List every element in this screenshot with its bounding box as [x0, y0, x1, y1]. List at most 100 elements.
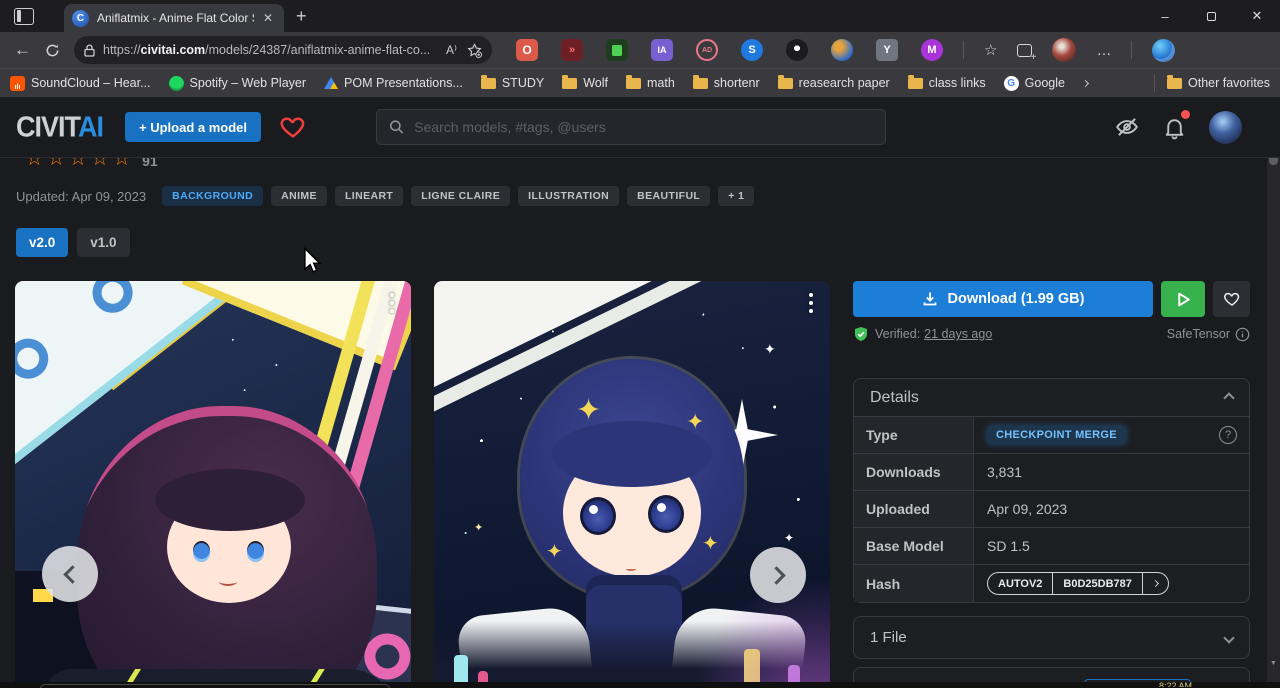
extension-pin-icon[interactable]: [786, 39, 808, 61]
star-icon[interactable]: ☆: [47, 158, 66, 171]
gallery-image-1[interactable]: [15, 281, 411, 688]
star-icon[interactable]: ☆: [90, 158, 109, 171]
version-v1[interactable]: v1.0: [77, 228, 129, 257]
model-sidebar: Download (1.99 GB) Verified: 21 days ago…: [853, 281, 1250, 688]
bookmarks-overflow-icon[interactable]: [1082, 79, 1089, 86]
detail-row-base-model: Base Model SD 1.5: [854, 528, 1249, 565]
hash-expand-button[interactable]: [1142, 573, 1168, 594]
version-v2[interactable]: v2.0: [16, 228, 68, 257]
search-box[interactable]: [376, 109, 886, 145]
extension-icon[interactable]: Y: [876, 39, 898, 61]
extension-icon[interactable]: IA: [651, 39, 673, 61]
upload-model-button[interactable]: + Upload a model: [125, 112, 261, 142]
restore-button[interactable]: [1188, 0, 1234, 32]
bookmark-folder-study[interactable]: STUDY: [481, 76, 544, 90]
bookmark-soundcloud[interactable]: ılıSoundCloud – Hear...: [10, 76, 151, 91]
extension-globe-icon[interactable]: [831, 39, 853, 61]
support-heart-icon[interactable]: [279, 113, 307, 141]
type-badge[interactable]: CHECKPOINT MERGE: [987, 426, 1126, 444]
hide-content-eye-icon[interactable]: [1114, 114, 1140, 140]
extension-adblock-icon[interactable]: AD: [696, 39, 718, 61]
hash-algo[interactable]: AUTOV2: [988, 573, 1052, 594]
spotify-icon: [169, 76, 184, 91]
tag-ligne-claire[interactable]: LIGNE CLAIRE: [411, 186, 510, 206]
browser-titlebar: C Aniflatmix - Anime Flat Color Sty ✕ + …: [0, 0, 1280, 32]
other-favorites[interactable]: Other favorites: [1167, 76, 1270, 90]
notifications-bell-icon[interactable]: [1162, 115, 1187, 140]
add-favorite-icon[interactable]: [467, 43, 482, 58]
download-icon: [922, 291, 938, 307]
page-scrollbar[interactable]: ▲ ▼: [1267, 97, 1280, 688]
tag-beautiful[interactable]: BEAUTIFUL: [627, 186, 710, 206]
image-menu-icon[interactable]: [804, 293, 818, 313]
version-row: v2.0 v1.0: [16, 228, 130, 257]
close-button[interactable]: ✕: [1234, 0, 1280, 32]
search-input[interactable]: [414, 119, 873, 135]
gallery-next-button[interactable]: [750, 547, 806, 603]
notification-badge: [1181, 110, 1190, 119]
folder-icon: [693, 78, 708, 89]
scroll-down-icon[interactable]: ▼: [1267, 660, 1280, 667]
read-aloud-icon[interactable]: A⁾: [446, 43, 457, 57]
user-avatar[interactable]: [1209, 111, 1242, 144]
run-model-button[interactable]: [1161, 281, 1205, 317]
details-header[interactable]: Details: [854, 379, 1249, 416]
extension-trash-icon[interactable]: [606, 39, 628, 61]
files-accordion[interactable]: 1 File: [853, 616, 1250, 659]
tab-actions-icon[interactable]: [14, 8, 34, 25]
screen: C Aniflatmix - Anime Flat Color Sty ✕ + …: [0, 0, 1280, 688]
tag-background[interactable]: BACKGROUND: [162, 186, 263, 206]
tag-anime[interactable]: ANIME: [271, 186, 327, 206]
bookmark-folder-classlinks[interactable]: class links: [908, 76, 986, 90]
new-tab-button[interactable]: +: [296, 6, 307, 27]
tag-lineart[interactable]: LINEART: [335, 186, 403, 206]
browser-profile-avatar[interactable]: [1052, 38, 1076, 62]
back-button[interactable]: ←: [14, 40, 31, 60]
download-button[interactable]: Download (1.99 GB): [853, 281, 1153, 317]
gallery-image-2[interactable]: ✦ ✦ ✦ ✦ ✦ ✦ ✦: [434, 281, 830, 688]
play-icon: [1175, 291, 1192, 308]
star-icon[interactable]: ☆: [69, 158, 88, 171]
extension-icon[interactable]: O: [516, 39, 538, 61]
hash-pill[interactable]: AUTOV2 B0D25DB787: [987, 572, 1169, 595]
tab-close-icon[interactable]: ✕: [260, 11, 276, 25]
gallery-prev-button[interactable]: [42, 546, 98, 602]
star-icon[interactable]: ☆: [112, 158, 131, 171]
bookmark-pom[interactable]: POM Presentations...: [324, 76, 463, 90]
hash-value[interactable]: B0D25DB787: [1052, 573, 1141, 594]
browser-tab[interactable]: C Aniflatmix - Anime Flat Color Sty ✕: [64, 4, 284, 32]
address-bar[interactable]: https://civitai.com/models/24387/aniflat…: [74, 36, 492, 64]
settings-menu-icon[interactable]: …: [1096, 42, 1111, 59]
divider: [963, 41, 964, 59]
refresh-button[interactable]: [45, 43, 60, 58]
extension-icon[interactable]: M: [921, 39, 943, 61]
bookmarks-bar: ılıSoundCloud – Hear... Spotify – Web Pl…: [0, 68, 1280, 97]
verified-time-link[interactable]: 21 days ago: [924, 327, 992, 341]
help-question-icon[interactable]: ?: [1219, 426, 1237, 444]
extension-shazam-icon[interactable]: S: [741, 39, 763, 61]
detail-row-downloads: Downloads 3,831: [854, 454, 1249, 491]
divider: [1131, 41, 1132, 59]
bookmark-spotify[interactable]: Spotify – Web Player: [169, 76, 307, 91]
tag-illustration[interactable]: ILLUSTRATION: [518, 186, 619, 206]
taskbar-clock: 8:22 AM: [1159, 681, 1192, 687]
tag-more[interactable]: + 1: [718, 186, 754, 206]
image-menu-icon[interactable]: [385, 293, 399, 313]
bookmark-google[interactable]: GGoogle: [1004, 76, 1065, 91]
minimize-button[interactable]: –: [1142, 0, 1188, 32]
favorite-model-button[interactable]: [1213, 281, 1250, 317]
bookmark-folder-research[interactable]: reasearch paper: [778, 76, 890, 90]
civitai-logo[interactable]: CIVITAI: [16, 111, 103, 144]
collections-icon[interactable]: [1017, 44, 1032, 57]
favorites-bar-icon[interactable]: ☆: [984, 41, 997, 59]
windows-taskbar-edge[interactable]: 8:22 AM: [0, 682, 1280, 688]
star-icon[interactable]: ☆: [25, 158, 44, 171]
info-icon[interactable]: [1235, 327, 1250, 342]
bookmark-folder-shortenr[interactable]: shortenr: [693, 76, 760, 90]
image-gallery: ✦ ✦ ✦ ✦ ✦ ✦ ✦: [15, 281, 831, 688]
extension-icon[interactable]: »: [561, 39, 583, 61]
bookmark-folder-wolf[interactable]: Wolf: [562, 76, 608, 90]
chevron-up-icon: [1223, 392, 1234, 403]
copilot-bing-icon[interactable]: [1152, 39, 1175, 62]
bookmark-folder-math[interactable]: math: [626, 76, 675, 90]
